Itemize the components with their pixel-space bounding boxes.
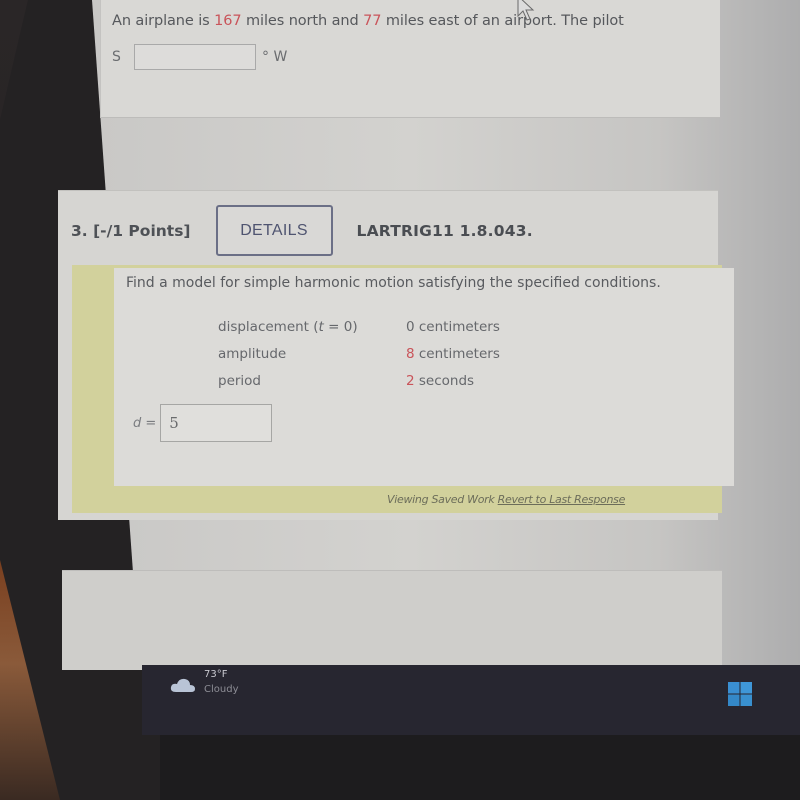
laptop-bottom-bezel bbox=[160, 735, 800, 800]
question-reference: LARTRIG11 1.8.043. bbox=[356, 221, 533, 240]
windows-start-icon[interactable] bbox=[727, 681, 753, 707]
value-unit: centimeters bbox=[414, 318, 500, 335]
saved-work-notice: Viewing Saved Work Revert to Last Respon… bbox=[387, 493, 625, 506]
answer-input[interactable]: 5 bbox=[160, 404, 273, 442]
bearing-angle-input[interactable] bbox=[134, 44, 256, 70]
answer-row: d = 5 bbox=[133, 404, 273, 442]
condition-row: amplitude 8 centimeters bbox=[218, 340, 500, 367]
north-miles-value: 167 bbox=[214, 13, 242, 29]
prev-text-part: miles east of an airport. The pilot bbox=[381, 13, 624, 29]
value-unit: seconds bbox=[414, 372, 475, 389]
value-number: 0 bbox=[406, 318, 415, 335]
question-header: 3. [-/1 Points] DETAILS LARTRIG11 1.8.04… bbox=[71, 205, 533, 256]
condition-label: displacement (t = 0) bbox=[218, 319, 406, 335]
weather-condition: Cloudy bbox=[204, 684, 239, 695]
label-text: = 0) bbox=[323, 318, 358, 335]
details-button[interactable]: DETAILS bbox=[215, 205, 333, 256]
label-text: displacement ( bbox=[218, 318, 319, 335]
condition-value: 0 centimeters bbox=[406, 319, 500, 335]
previous-question-text: An airplane is 167 miles north and 77 mi… bbox=[112, 13, 624, 29]
value-number: 2 bbox=[406, 372, 415, 389]
conditions-table: displacement (t = 0) 0 centimeters ampli… bbox=[218, 313, 500, 394]
bearing-answer-row: S ° W bbox=[112, 44, 287, 70]
condition-row: displacement (t = 0) 0 centimeters bbox=[218, 313, 500, 340]
condition-label: period bbox=[218, 372, 262, 389]
question-prompt: Find a model for simple harmonic motion … bbox=[126, 275, 661, 291]
bearing-prefix: S bbox=[112, 49, 121, 65]
weather-temperature: 73°F bbox=[204, 669, 228, 680]
question-number-points: 3. [-/1 Points] bbox=[71, 221, 191, 240]
weather-text: 73°F Cloudy bbox=[204, 669, 238, 696]
saved-work-text: Viewing Saved Work bbox=[387, 493, 498, 506]
weather-widget[interactable]: 73°F Cloudy bbox=[170, 669, 238, 696]
answer-label: d = bbox=[133, 415, 157, 431]
prev-text-part: An airplane is bbox=[112, 13, 215, 29]
taskbar bbox=[142, 665, 800, 735]
condition-row: period 2 seconds bbox=[218, 367, 500, 394]
prev-text-part: miles north and bbox=[241, 13, 364, 29]
value-unit: centimeters bbox=[414, 345, 500, 362]
cloud-icon bbox=[170, 678, 195, 692]
next-question-card bbox=[62, 570, 722, 670]
condition-value: 2 seconds bbox=[406, 373, 474, 389]
east-miles-value: 77 bbox=[363, 13, 382, 29]
mouse-cursor-icon bbox=[517, 0, 535, 21]
condition-label: amplitude bbox=[218, 345, 287, 362]
value-number: 8 bbox=[406, 345, 415, 362]
bearing-suffix: ° W bbox=[262, 49, 288, 65]
condition-value: 8 centimeters bbox=[406, 346, 500, 362]
revert-link[interactable]: Revert to Last Response bbox=[498, 493, 626, 506]
